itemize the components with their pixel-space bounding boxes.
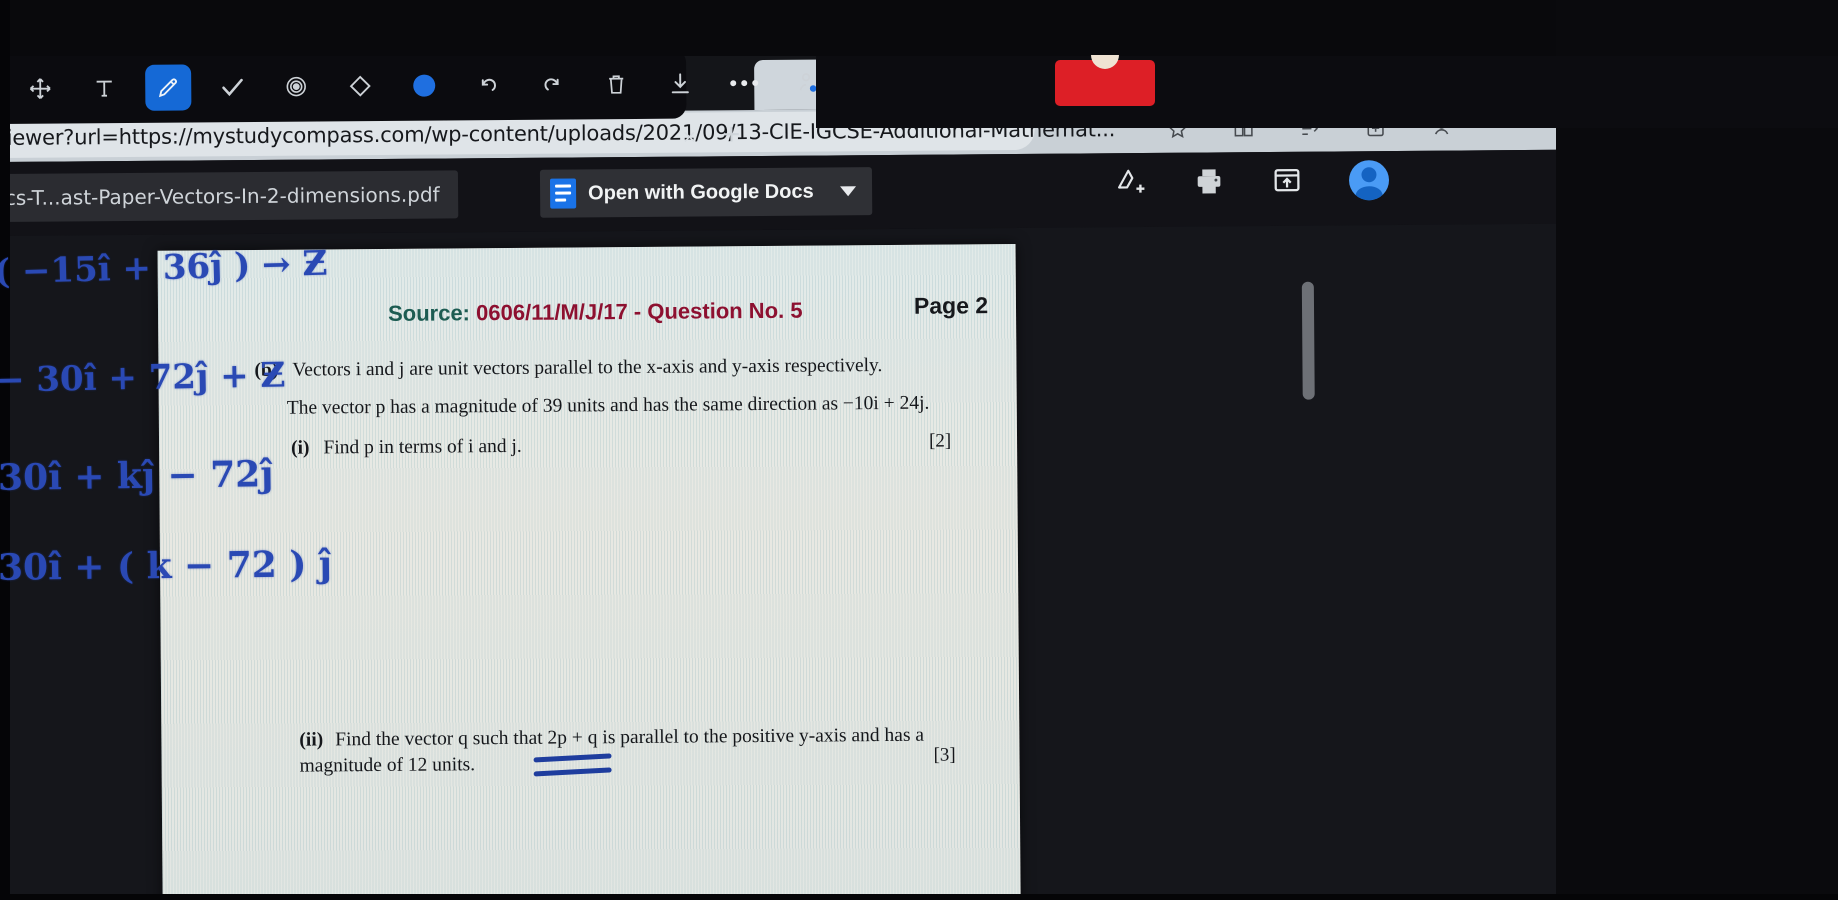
- part-i-numeral: (i): [291, 437, 310, 459]
- color-swatch-blue[interactable]: [401, 62, 447, 108]
- source-heading: Source: 0606/11/M/J/17 - Question No. 5: [388, 298, 803, 327]
- chevron-down-icon[interactable]: [839, 186, 856, 197]
- question-part-b: (b) Vectors i and j are unit vectors para…: [254, 355, 882, 382]
- question-part-ii: (ii) Find the vector q such that 2p + q i…: [299, 722, 979, 780]
- account-avatar[interactable]: [1348, 160, 1390, 201]
- handwriting-line-4: 30î + ( k − 72 ) ĵ: [0, 543, 333, 589]
- handwriting-line-3: 30î + kĵ − 72ĵ: [0, 453, 274, 499]
- more-options-tool[interactable]: [721, 60, 767, 106]
- source-keyword: Source:: [387, 300, 471, 326]
- eraser-tool[interactable]: [337, 63, 383, 109]
- add-to-drive-icon[interactable]: [1115, 166, 1147, 198]
- open-with-google-docs-label: Open with Google Docs: [588, 180, 814, 204]
- monitor-bezel-left: [0, 0, 10, 900]
- viewer-scrollbar[interactable]: [1301, 281, 1315, 400]
- part-ii-text: Find the vector q such that 2p + q is pa…: [299, 724, 925, 777]
- save-download-tool[interactable]: [657, 60, 703, 106]
- question-statement: The vector p has a magnitude of 39 units…: [286, 392, 930, 419]
- participant-tile-video[interactable]: [1055, 60, 1155, 106]
- monitor-photo: × + ttps://docs.google.com/viewerng/view…: [0, 0, 1838, 900]
- page-label: Page 2: [913, 292, 989, 319]
- annotation-toolbar: [0, 48, 896, 125]
- part-ii-marks: [3]: [933, 744, 956, 766]
- monitor-bezel-bottom: [0, 894, 1838, 900]
- part-i-marks: [2]: [928, 430, 952, 452]
- video-call-bar: [816, 56, 1838, 128]
- question-part-i: (i) Find p in terms of i and j.: [291, 436, 522, 460]
- undo-tool[interactable]: [465, 62, 511, 108]
- room-dark-right: [1556, 0, 1838, 900]
- clear-trash-tool[interactable]: [593, 61, 639, 107]
- open-with-google-docs-button[interactable]: Open with Google Docs: [539, 167, 872, 218]
- redo-tool[interactable]: [529, 61, 575, 107]
- handwriting-line-2: − 30î + 72ĵ + Ƶ: [0, 355, 286, 401]
- tab-close-icon[interactable]: ×: [683, 123, 697, 149]
- file-name-text: dditional-Mathematics-T...ast-Paper-Vect…: [0, 182, 440, 212]
- pen-tool[interactable]: [145, 64, 192, 111]
- new-tab-icon[interactable]: +: [723, 118, 741, 151]
- stamp-check-tool[interactable]: [209, 64, 255, 110]
- ellipsis-icon: [730, 79, 759, 87]
- part-b-text: Vectors i and j are unit vectors paralle…: [292, 355, 883, 381]
- part-ii-numeral: (ii): [299, 729, 324, 751]
- blue-color-dot: [413, 74, 436, 97]
- text-tool[interactable]: [81, 65, 127, 111]
- move-tool[interactable]: [17, 65, 63, 111]
- spotlight-tool[interactable]: [273, 63, 319, 109]
- print-icon[interactable]: [1193, 165, 1225, 197]
- source-code: 0606/11/M/J/17 - Question No. 5: [475, 297, 803, 326]
- part-i-text: Find p in terms of i and j.: [323, 435, 522, 459]
- pop-out-icon[interactable]: [1271, 165, 1303, 197]
- file-name-chip: dditional-Mathematics-T...ast-Paper-Vect…: [0, 170, 458, 224]
- google-docs-icon: [549, 178, 577, 209]
- viewer-right-icon-group: [1115, 160, 1390, 202]
